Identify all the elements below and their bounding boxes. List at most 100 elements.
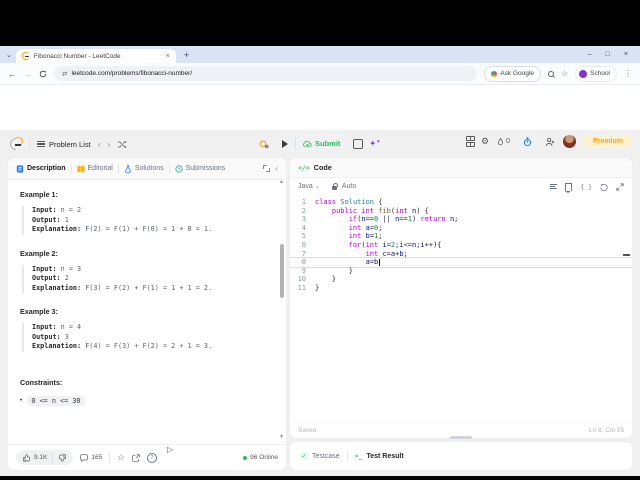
like-button[interactable]: 9.1K: [23, 453, 47, 462]
profile-chip[interactable]: School: [575, 65, 617, 82]
share-icon[interactable]: [132, 453, 140, 462]
settings-gear-icon[interactable]: ⚙: [481, 136, 489, 147]
problem-list-button[interactable]: Problem List: [37, 140, 91, 149]
comment-icon: [80, 453, 89, 462]
code-editor[interactable]: 1 class Solution {2 public int fib(int n)…: [290, 195, 632, 425]
terminal-icon: >_: [354, 452, 363, 460]
notes-icon[interactable]: [353, 138, 364, 149]
invite-user-icon[interactable]: [545, 137, 555, 147]
line-number: 11: [297, 283, 306, 292]
chevron-down-icon: ⌄: [314, 184, 320, 190]
example-block: Input: n = 4 Output: 3 Explanation: F(4)…: [22, 323, 272, 352]
reset-code-icon[interactable]: [600, 183, 608, 191]
window-close-button[interactable]: ×: [624, 51, 628, 58]
line-content: }: [348, 266, 353, 275]
tab-description[interactable]: Description: [16, 164, 66, 173]
code-lines: 1 class Solution {2 public int fib(int n)…: [290, 198, 632, 293]
comment-count: 165: [91, 454, 103, 461]
list-icon: [37, 140, 45, 148]
next-problem-icon[interactable]: ›: [108, 139, 111, 149]
line-content: int c=a+b;: [365, 249, 408, 258]
profile-label: School: [590, 70, 610, 77]
debug-icon[interactable]: [258, 138, 269, 149]
code-line[interactable]: 3 if(n==0 || n==1) return n;: [290, 215, 632, 224]
language-select[interactable]: Java ⌄: [298, 183, 320, 190]
tab-testcase[interactable]: ✓ Testcase: [300, 452, 340, 460]
bookmark-star-icon[interactable]: ☆: [561, 69, 568, 78]
tab-close-icon[interactable]: ×: [166, 53, 170, 60]
window-maximize-button[interactable]: □: [606, 51, 610, 58]
timer-icon: [523, 136, 532, 146]
search-icon[interactable]: [547, 70, 554, 77]
favorite-star-icon[interactable]: ☆: [117, 452, 125, 463]
code-line[interactable]: 2 public int fib(int n) {: [290, 207, 632, 216]
line-number: 1: [301, 198, 306, 206]
timer-button[interactable]: [518, 134, 538, 149]
layout-grid-icon[interactable]: [465, 135, 476, 148]
scrollbar-thumb[interactable]: [280, 244, 284, 298]
google-icon: [491, 70, 498, 77]
mouse-cursor: ▷: [167, 445, 174, 454]
line-number: 7: [301, 249, 306, 258]
history-clock-icon: [175, 164, 183, 173]
scroll-down-icon[interactable]: ▼: [279, 435, 284, 440]
line-content: if(n==0 || n==1) return n;: [348, 215, 459, 224]
shuffle-icon[interactable]: [117, 140, 127, 149]
problem-description[interactable]: Example 1: Input: n = 2 Output: 1 Explan…: [8, 180, 286, 445]
constraints-title: Constraints:: [20, 377, 63, 387]
back-icon[interactable]: ←: [8, 69, 17, 79]
code-line[interactable]: 6 for(int i=2;i<=n;i++){: [290, 241, 632, 250]
ai-sparkle-icon[interactable]: ✦✦: [369, 139, 380, 148]
scroll-up-icon[interactable]: ▲: [279, 180, 284, 185]
tab-editorial[interactable]: Editorial: [76, 165, 113, 173]
code-line[interactable]: 9 }: [290, 267, 632, 276]
tab-test-result[interactable]: >_ Test Result: [355, 452, 404, 460]
submit-label: Submit: [315, 139, 341, 148]
run-button[interactable]: [282, 139, 288, 148]
comments-button[interactable]: 165: [80, 453, 103, 462]
refresh-icon[interactable]: [39, 70, 47, 78]
testcase-check-icon: ✓: [300, 452, 308, 460]
browser-menu-icon[interactable]: ⋮: [624, 69, 632, 78]
site-settings-icon[interactable]: ⇄: [62, 70, 67, 78]
code-line[interactable]: 11}: [290, 284, 632, 293]
code-line[interactable]: 1 class Solution {: [290, 198, 632, 207]
braces-icon[interactable]: { }: [580, 183, 592, 191]
browser-tabstrip: ⌄ Fibonacci Number - LeetCode × + – □ ×: [0, 46, 640, 63]
window-minimize-button[interactable]: –: [588, 51, 592, 58]
autocomplete-label: Auto: [341, 183, 357, 190]
bookmark-icon[interactable]: [565, 182, 573, 193]
prev-problem-icon[interactable]: ‹: [98, 139, 101, 149]
fullscreen-icon[interactable]: [263, 165, 271, 172]
code-panel-title: Code: [313, 163, 332, 172]
format-lines-icon[interactable]: [550, 183, 558, 190]
help-icon[interactable]: ?: [146, 452, 157, 463]
description-scrollbar[interactable]: ▲ ▼: [278, 180, 285, 440]
example-block: Input: n = 3 Output: 2 Explanation: F(3)…: [22, 264, 272, 293]
tab-search-chevron-icon[interactable]: ⌄: [6, 51, 12, 59]
premium-button[interactable]: Premium: [584, 135, 632, 148]
description-footer: 9.1K 165 ☆ ? 96 Online: [8, 444, 286, 470]
user-avatar[interactable]: [563, 135, 577, 148]
browser-tab[interactable]: Fibonacci Number - LeetCode ×: [15, 49, 176, 63]
browser-window: ⌄ Fibonacci Number - LeetCode × + – □ × …: [0, 46, 640, 476]
leetcode-logo[interactable]: [7, 135, 25, 153]
ask-google-button[interactable]: Ask Google: [484, 65, 541, 82]
tab-solutions[interactable]: Solutions: [124, 164, 164, 173]
streak-counter[interactable]: 0: [497, 137, 510, 146]
tab-submissions[interactable]: Submissions: [175, 164, 225, 173]
new-tab-button[interactable]: +: [184, 50, 189, 60]
panel-drag-handle[interactable]: [450, 436, 472, 439]
url-field[interactable]: ⇄ leetcode.com/problems/fibonacci-number…: [54, 66, 478, 81]
description-icon: [16, 164, 24, 173]
expand-editor-icon[interactable]: [616, 182, 624, 191]
code-line[interactable]: 10 }: [290, 275, 632, 284]
cursor-position: Ln 8, Col 16: [588, 427, 624, 434]
code-line[interactable]: 4 int a=0;: [290, 224, 632, 233]
thumbs-down-icon[interactable]: [58, 453, 67, 462]
forward-icon[interactable]: →: [24, 69, 33, 79]
collapse-panel-icon[interactable]: ‹: [275, 164, 278, 173]
code-line[interactable]: 5 int b=1;: [290, 232, 632, 241]
profile-avatar: [579, 69, 588, 78]
submit-button[interactable]: Submit: [303, 139, 340, 148]
